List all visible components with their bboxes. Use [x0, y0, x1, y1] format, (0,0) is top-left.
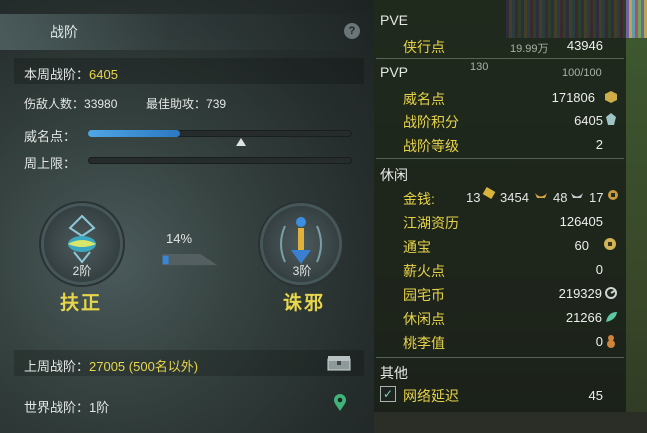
section-other: 其他: [380, 365, 408, 381]
rank-progress-label: 14%: [166, 231, 193, 246]
section-leisure: 休闲: [380, 167, 408, 183]
last-week-value: 27005 (500名以外): [89, 359, 199, 374]
damage-stat: 伤敌人数：33980: [24, 95, 117, 112]
location-pin-icon[interactable]: [333, 394, 347, 412]
world-rank-label: 世界战阶：: [24, 400, 90, 415]
tongbao-coin-icon: [604, 238, 616, 250]
best-assist-value: 739: [206, 97, 227, 111]
panel-footer: [374, 412, 647, 433]
pvp-score-label: 战阶积分: [403, 114, 459, 130]
coin-icon: [608, 190, 618, 200]
rank-score-icon: [606, 113, 616, 125]
rank-left-level: 2阶: [72, 264, 92, 278]
bg-text-3: 100/100: [562, 67, 602, 79]
rank-right-level: 3阶: [292, 264, 312, 278]
money-tin: 17: [589, 190, 604, 205]
world-rank: 世界战阶：1阶: [24, 397, 109, 416]
jianghu-label: 江湖资历: [403, 215, 459, 231]
best-assist-stat: 最佳助攻：739: [146, 95, 226, 112]
rank-left-name: 扶正: [60, 293, 103, 314]
pve-item-value: 43946: [566, 38, 603, 53]
pve-item-label: 侠行点: [403, 39, 445, 55]
network-latency-value: 45: [588, 388, 603, 403]
fame-label: 威名点：: [24, 129, 77, 144]
yuanzhai-label: 园宅币: [403, 287, 445, 303]
pvp-score-value: 6405: [574, 113, 603, 128]
money-label: 金钱:: [403, 191, 435, 207]
money-gold: 13: [466, 190, 481, 205]
last-week-rank: 上周战阶：27005 (500名以外): [24, 356, 198, 375]
last-week-label: 上周战阶：: [24, 359, 90, 374]
fame-marker-icon: [236, 138, 247, 146]
copper-ingot-icon: [571, 193, 583, 198]
network-latency-checkbox[interactable]: ✓: [380, 386, 396, 402]
damage-label: 伤敌人数：: [24, 97, 85, 111]
help-icon[interactable]: ?: [344, 23, 360, 39]
bg-text-1: 19.99万: [510, 43, 549, 55]
bg-text-2: 130: [470, 61, 489, 73]
weekly-rank-label: 本周战阶：: [24, 67, 90, 82]
silver-ingot-icon: [535, 193, 547, 198]
taoli-label: 桃李值: [403, 335, 445, 351]
leaf-icon: [606, 312, 617, 322]
pvp-level-label: 战阶等级: [403, 138, 459, 154]
weekly-rank-value: 6405: [89, 67, 118, 82]
xinhuo-label: 薪火点: [403, 263, 445, 279]
best-assist-label: 最佳助攻：: [146, 97, 207, 111]
money-silver: 3454: [500, 190, 529, 205]
yuanzhai-value: 219329: [558, 286, 602, 301]
world-rank-value: 1阶: [89, 400, 110, 415]
gold-ingot-icon: [482, 187, 496, 199]
divider: [376, 58, 624, 59]
fame-bar-fill: [88, 130, 181, 137]
network-latency-label: 网络延迟: [403, 388, 459, 404]
taoli-value: 0: [595, 334, 603, 349]
section-pve: PVE: [380, 12, 409, 28]
weekly-cap-label: 周上限：: [24, 156, 77, 171]
tongbao-label: 通宝: [403, 239, 431, 255]
divider: [376, 357, 624, 358]
ranking-chest-icon[interactable]: [327, 355, 351, 371]
weekly-cap-bar: [88, 157, 352, 164]
pvp-fame-label: 威名点: [403, 91, 445, 107]
divider: [376, 158, 624, 159]
rank-panel: 战阶 ? 本周战阶：6405 伤敌人数：33980 最佳助攻：739 威名点： …: [0, 0, 374, 433]
jianghu-value: 126405: [559, 214, 603, 229]
rank-progress-fill: [162, 255, 169, 265]
rank-progress-bar: [162, 254, 218, 266]
yuanzhai-coin-icon: [605, 287, 617, 299]
damage-value: 33980: [84, 97, 118, 111]
panel-title: 战阶: [50, 24, 78, 40]
pvp-level-value: 2: [595, 137, 603, 152]
weekly-rank: 本周战阶：6405: [24, 64, 118, 83]
money-copper: 48: [553, 190, 568, 205]
fame-icon: [605, 91, 617, 103]
pvp-fame-value: 171806: [551, 90, 595, 105]
rank-right-name: 诛邪: [283, 293, 326, 314]
fame-bar: [88, 130, 352, 137]
xinhuo-value: 0: [595, 262, 603, 277]
tongbao-value: 60: [574, 238, 589, 253]
leisure-points-label: 休闲点: [403, 311, 445, 327]
leisure-points-value: 21266: [565, 310, 602, 325]
gourd-icon: [607, 335, 615, 348]
section-pvp: PVP: [380, 64, 409, 80]
